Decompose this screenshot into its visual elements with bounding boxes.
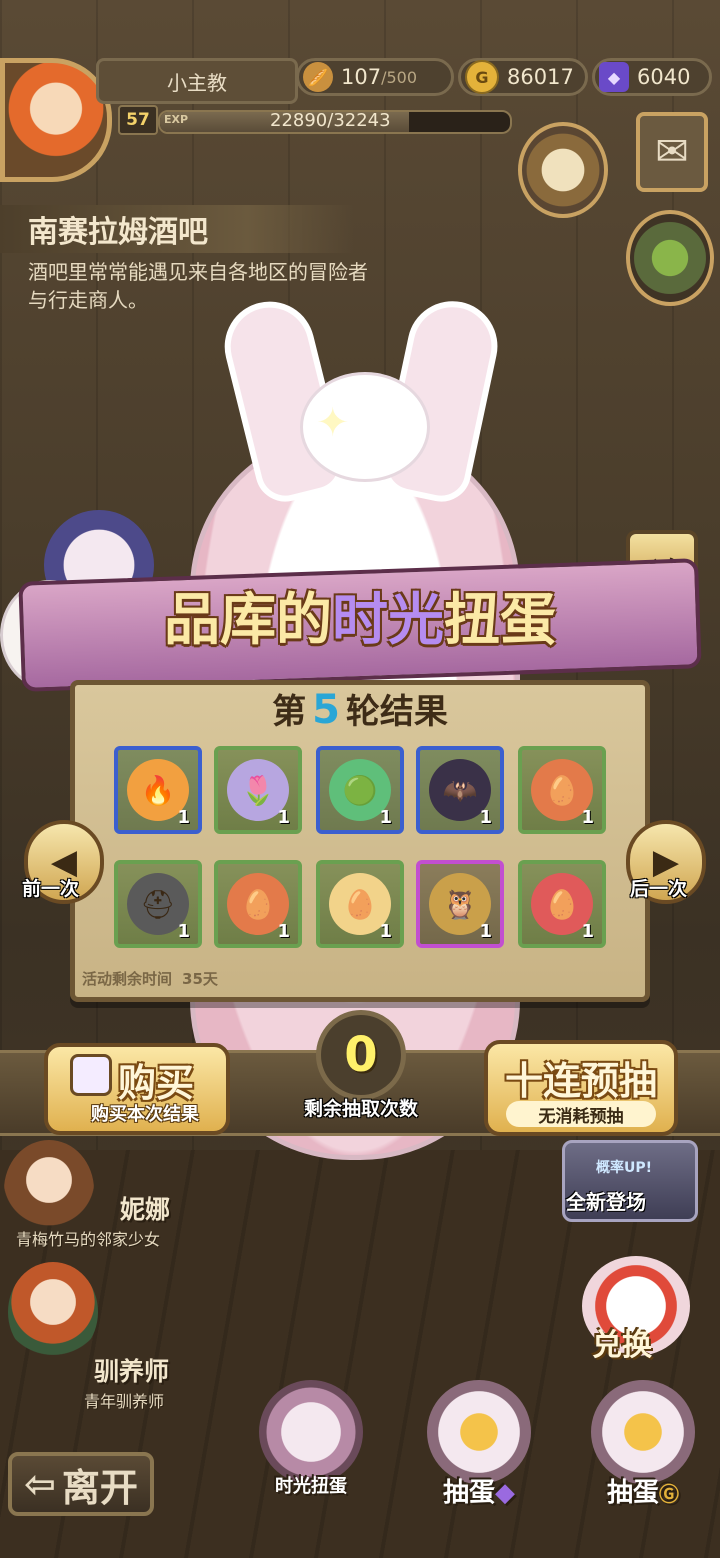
round-suffix: 轮结果 xyxy=(345,692,448,732)
dock-draw-gold[interactable]: 抽蛋Ⓖ xyxy=(578,1380,708,1530)
gold-counter[interactable]: G 86017 xyxy=(458,58,588,96)
dock-label-draw-gold: 抽蛋Ⓖ xyxy=(578,1472,708,1509)
banner-title-part2: 时光 xyxy=(332,588,444,653)
dock-label-time-gacha: 时光扭蛋 xyxy=(275,1476,347,1497)
banner-title-part1: 品库的 xyxy=(164,588,332,653)
result-slot[interactable]: ⛑ 1 xyxy=(114,860,202,948)
rabbit-capsule-icon xyxy=(591,1380,695,1484)
draw-gold-text: 抽蛋 xyxy=(606,1478,659,1508)
item-count: 1 xyxy=(177,921,190,942)
result-slot[interactable]: 🥚 1 xyxy=(316,860,404,948)
rabbit-capsule-icon xyxy=(427,1380,531,1484)
location-description: 酒吧里常常能遇见来自各地区的冒险者与行走商人。 xyxy=(28,260,368,312)
dock-time-gacha[interactable]: 时光扭蛋 xyxy=(246,1380,376,1530)
item-count: 1 xyxy=(479,807,492,828)
time-label: 活动剩余时间 xyxy=(82,970,173,988)
remaining-draws-label: 剩余抽取次数 xyxy=(303,1098,418,1120)
prev-label: 前一次 xyxy=(22,878,80,900)
item-count: 1 xyxy=(479,921,492,942)
player-level: 57 xyxy=(118,105,158,135)
exp-text: 22890/32243 xyxy=(270,110,391,131)
round-prefix: 第 xyxy=(272,692,307,732)
player-name: 小主教 xyxy=(96,58,298,104)
character-name-nina: 妮娜 xyxy=(120,1195,171,1224)
item-count: 1 xyxy=(277,807,290,828)
dock-label-draw-gem: 抽蛋◆ xyxy=(414,1472,544,1509)
gold-coin-icon: Ⓖ xyxy=(659,1482,679,1506)
time-gacha-icon xyxy=(259,1380,363,1484)
event-time-remaining: 活动剩余时间 35天 xyxy=(82,968,218,989)
result-slot[interactable]: 🥚 1 xyxy=(214,860,302,948)
result-slot[interactable]: 🥚 1 xyxy=(518,746,606,834)
remaining-draws-count: 0 xyxy=(316,1010,406,1100)
ten-pull-sublabel: 无消耗预抽 xyxy=(506,1101,656,1127)
nina-portrait[interactable] xyxy=(4,1140,94,1240)
item-count: 1 xyxy=(581,921,594,942)
bread-icon: 🥖 xyxy=(303,62,333,92)
backpack-icon[interactable] xyxy=(626,210,714,306)
banner-title: 品库的时光扭蛋 xyxy=(0,575,720,656)
character-desc-tamer: 青年驯养师 xyxy=(84,1392,165,1411)
stamina-value: 107 xyxy=(341,65,382,89)
leave-label: 离开 xyxy=(61,1465,138,1510)
exp-tag: EXP xyxy=(164,113,189,126)
gold-coin-icon: G xyxy=(465,60,499,94)
sparkle-icon: ✦ xyxy=(316,400,350,446)
draw-gem-text: 抽蛋 xyxy=(442,1478,495,1508)
character-name-tamer: 驯养师 xyxy=(94,1357,170,1386)
item-count: 1 xyxy=(177,807,190,828)
item-count: 1 xyxy=(581,807,594,828)
result-slot[interactable]: 🦉 1 xyxy=(416,860,504,948)
result-slot[interactable]: 🌷 1 xyxy=(214,746,302,834)
result-slot[interactable]: 🔥 1 xyxy=(114,746,202,834)
leave-button[interactable]: ⇦ 离开 xyxy=(8,1452,154,1516)
time-value: 35天 xyxy=(182,970,218,988)
quest-scroll-icon[interactable] xyxy=(518,122,608,218)
next-label: 后一次 xyxy=(630,878,688,900)
result-slot[interactable]: 🦇 1 xyxy=(416,746,504,834)
purple-gem-icon: ◆ xyxy=(599,62,629,92)
mail-icon[interactable]: ✉ xyxy=(636,112,708,192)
item-count: 1 xyxy=(277,921,290,942)
gacha-capsule-icon xyxy=(70,1054,112,1096)
banner-title-part3: 扭蛋 xyxy=(444,588,556,653)
round-number: 5 xyxy=(312,687,340,733)
item-count: 1 xyxy=(379,921,392,942)
tamer-portrait[interactable] xyxy=(8,1262,98,1362)
exchange-label: 兑换 xyxy=(592,1328,652,1363)
round-heading: 第 5 轮结果 xyxy=(70,684,650,733)
arrow-left-icon: ⇦ xyxy=(24,1462,56,1506)
item-count: 1 xyxy=(379,807,392,828)
gem-counter[interactable]: ◆ 6040 xyxy=(592,58,712,96)
location-title: 南赛拉姆酒吧 xyxy=(0,205,354,253)
stamina-counter[interactable]: 🥖 107/500 xyxy=(296,58,454,96)
buy-button-sublabel: 购买本次结果 xyxy=(91,1104,199,1125)
result-slot[interactable]: 🟢 1 xyxy=(316,746,404,834)
buy-button-label: 购买 xyxy=(118,1061,195,1105)
gold-value: 86017 xyxy=(507,65,574,89)
dock-draw-gem[interactable]: 抽蛋◆ xyxy=(414,1380,544,1530)
result-slot[interactable]: 🥚 1 xyxy=(518,860,606,948)
rate-up-tag: 概率UP! xyxy=(596,1160,653,1176)
stamina-max: /500 xyxy=(381,67,418,87)
purple-gem-icon: ◆ xyxy=(495,1478,515,1508)
gem-value: 6040 xyxy=(637,65,691,89)
character-desc-nina: 青梅竹马的邻家少女 xyxy=(16,1230,161,1249)
ten-pull-label: 十连预抽 xyxy=(504,1059,657,1103)
new-arrival-label: 全新登场 xyxy=(566,1190,646,1214)
